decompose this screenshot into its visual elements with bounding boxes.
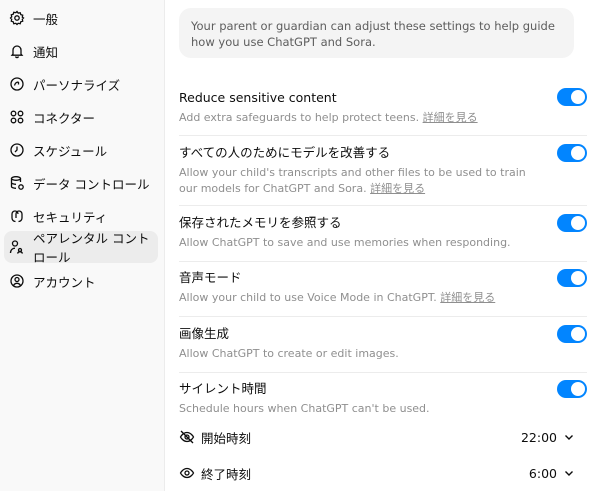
sidebar-item-label: セキュリティ (33, 209, 108, 225)
sidebar-item-label: ペアレンタル コントロール (33, 231, 150, 265)
quiet-hours-toggle[interactable] (557, 380, 587, 398)
settings-panel: Your parent or guardian can adjust these… (165, 0, 590, 491)
sidebar-item-security[interactable]: セキュリティ (4, 201, 158, 231)
sidebar-item-label: 一般 (33, 11, 59, 27)
setting-desc-text: Allow your child to use Voice Mode in Ch… (179, 291, 437, 304)
setting-title: 画像生成 (179, 326, 230, 341)
setting-quiet-hours: サイレント時間 Schedule hours when ChatGPT can'… (179, 380, 587, 417)
sidebar-item-label: 通知 (33, 44, 59, 60)
setting-image-generation: 画像生成 Allow ChatGPT to create or edit ima… (179, 325, 587, 362)
account-icon (9, 273, 25, 289)
sidebar-item-connectors[interactable]: コネクター (4, 102, 158, 132)
bell-icon (9, 43, 25, 59)
sidebar-item-label: データ コントロール (33, 176, 150, 192)
divider (179, 372, 587, 373)
image-generation-toggle[interactable] (557, 325, 587, 343)
improve-model-toggle[interactable] (557, 144, 587, 162)
clock-icon (9, 142, 25, 158)
personalize-icon (9, 76, 25, 92)
toggle-knob (571, 216, 585, 230)
divider (179, 316, 587, 317)
guardian-notice: Your parent or guardian can adjust these… (179, 8, 574, 58)
setting-description: Allow your child's transcripts and other… (179, 165, 547, 197)
chevron-down-icon (563, 467, 575, 479)
setting-title: すべての人のためにモデルを改善する (179, 145, 391, 160)
setting-title: サイレント時間 (179, 381, 267, 396)
divider (179, 135, 587, 136)
setting-description: Schedule hours when ChatGPT can't be use… (179, 402, 430, 415)
start-time-row: 開始時刻 22:00 (179, 426, 575, 448)
reference-memories-toggle[interactable] (557, 214, 587, 232)
toggle-knob (571, 146, 585, 160)
sidebar-item-notifications[interactable]: 通知 (4, 36, 158, 66)
end-time-row: 終了時刻 6:00 (179, 462, 575, 484)
end-time-value: 6:00 (528, 465, 557, 481)
parental-controls-icon (9, 239, 25, 255)
sidebar-item-label: パーソナライズ (33, 77, 121, 93)
sidebar-item-account[interactable]: アカウント (4, 266, 158, 296)
learn-more-link[interactable]: 詳細を見る (423, 111, 478, 124)
start-time-value: 22:00 (520, 429, 557, 445)
setting-desc-text: Add extra safeguards to help protect tee… (179, 111, 420, 124)
setting-description: Allow ChatGPT to create or edit images. (179, 347, 399, 360)
start-time-label: 開始時刻 (201, 430, 252, 446)
setting-title: 保存されたメモリを参照する (179, 215, 342, 230)
sidebar-item-parental-controls[interactable]: ペアレンタル コントロール (4, 231, 158, 265)
setting-voice-mode: 音声モード Allow your child to use Voice Mode… (179, 269, 587, 306)
sidebar-item-general[interactable]: 一般 (4, 3, 158, 33)
setting-desc-text: Allow your child's transcripts and other… (179, 166, 526, 195)
eye-icon (179, 465, 195, 481)
setting-title: Reduce sensitive content (179, 90, 337, 105)
toggle-knob (571, 327, 585, 341)
database-icon (9, 175, 25, 191)
setting-description: Add extra safeguards to help protect tee… (179, 110, 547, 126)
sidebar-item-schedule[interactable]: スケジュール (4, 135, 158, 165)
setting-reference-memories: 保存されたメモリを参照する Allow ChatGPT to save and … (179, 214, 587, 251)
learn-more-link[interactable]: 詳細を見る (370, 182, 425, 195)
toggle-knob (571, 90, 585, 104)
divider (179, 205, 587, 206)
divider (179, 261, 587, 262)
learn-more-link[interactable]: 詳細を見る (440, 291, 495, 304)
chevron-down-icon (563, 431, 575, 443)
end-time-label: 終了時刻 (201, 466, 252, 482)
settings-sidebar: 一般 通知 パーソナライズ コネクター スケジュール データ コントロール セキ… (0, 0, 165, 491)
sidebar-item-personalize[interactable]: パーソナライズ (4, 69, 158, 99)
gear-icon (9, 10, 25, 26)
reduce-sensitive-content-toggle[interactable] (557, 88, 587, 106)
start-time-select[interactable]: 22:00 (521, 430, 575, 445)
eye-off-icon (179, 429, 195, 445)
toggle-knob (571, 271, 585, 285)
toggle-knob (571, 382, 585, 396)
setting-reduce-sensitive-content: Reduce sensitive content Add extra safeg… (179, 88, 587, 126)
setting-improve-model: すべての人のためにモデルを改善する Allow your child's tra… (179, 144, 587, 197)
sidebar-item-label: アカウント (33, 274, 96, 290)
setting-description: Allow ChatGPT to save and use memories w… (179, 236, 511, 249)
sidebar-item-data-controls[interactable]: データ コントロール (4, 168, 158, 198)
connectors-icon (9, 109, 25, 125)
end-time-select[interactable]: 6:00 (529, 466, 575, 481)
voice-mode-toggle[interactable] (557, 269, 587, 287)
setting-title: 音声モード (179, 270, 242, 285)
setting-description: Allow your child to use Voice Mode in Ch… (179, 290, 547, 306)
sidebar-item-label: スケジュール (33, 143, 108, 159)
security-icon (9, 208, 25, 224)
sidebar-item-label: コネクター (33, 110, 96, 126)
